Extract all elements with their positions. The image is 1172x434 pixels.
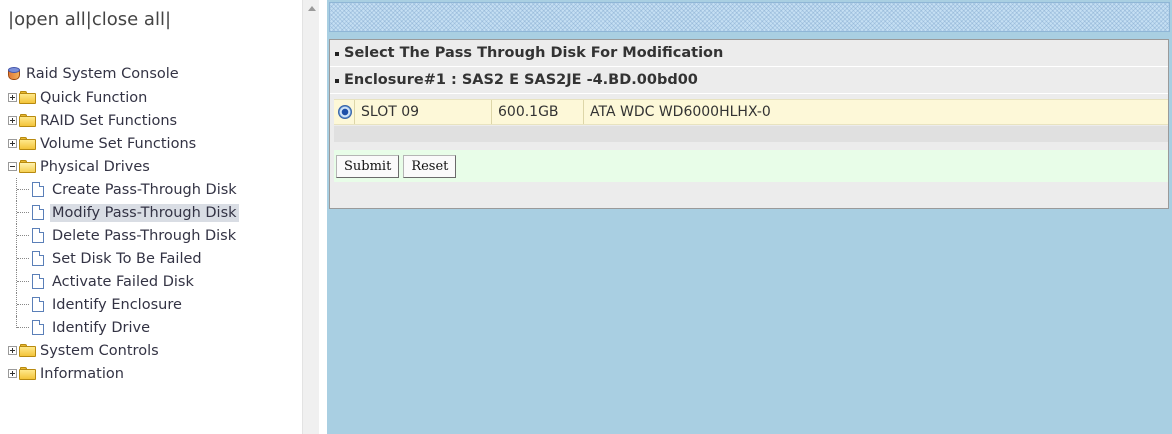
- tree-section-volume-set-functions[interactable]: Volume Set Functions: [8, 132, 302, 155]
- item-label[interactable]: Activate Failed Disk: [50, 273, 196, 291]
- tree-item-create-pass-through-disk[interactable]: Create Pass-Through Disk: [8, 178, 302, 201]
- content-pane: Select The Pass Through Disk For Modific…: [327, 0, 1172, 434]
- expand-icon[interactable]: [8, 93, 17, 102]
- size-cell: 600.1GB: [492, 100, 584, 124]
- separator: |: [164, 9, 172, 30]
- item-label[interactable]: Delete Pass-Through Disk: [50, 227, 238, 245]
- expand-icon[interactable]: [8, 139, 17, 148]
- document-icon: [32, 274, 44, 289]
- enclosure-title: Enclosure#1 : SAS2 E SAS2JE -4.BD.00bd00: [344, 72, 698, 88]
- open-close-bar: |open all|close all|: [8, 9, 171, 30]
- document-icon: [32, 320, 44, 335]
- bullet-icon: [335, 52, 339, 56]
- nav-scrollbar[interactable]: [302, 0, 319, 434]
- header-banner: [329, 2, 1170, 32]
- tree-item-identify-drive[interactable]: Identify Drive: [8, 316, 302, 339]
- expand-icon[interactable]: [8, 346, 17, 355]
- folder-icon: [19, 367, 36, 380]
- model-cell: ATA WDC WD6000HLHX-0: [590, 104, 771, 120]
- raid-console-icon: [8, 66, 22, 82]
- item-label[interactable]: Identify Drive: [50, 319, 152, 337]
- navigation-pane: |open all|close all| Raid System Console…: [0, 0, 302, 434]
- open-all-link[interactable]: open all: [14, 9, 86, 30]
- collapse-icon[interactable]: [8, 162, 17, 171]
- section-label[interactable]: RAID Set Functions: [40, 113, 177, 129]
- document-icon: [32, 297, 44, 312]
- arrow-up-icon: [307, 6, 316, 11]
- section-label[interactable]: Quick Function: [40, 90, 147, 106]
- folder-icon: [19, 344, 36, 357]
- tree-section-information[interactable]: Information: [8, 362, 302, 385]
- tree-section-quick-function[interactable]: Quick Function: [8, 86, 302, 109]
- item-label[interactable]: Set Disk To Be Failed: [50, 250, 204, 268]
- folder-icon: [19, 91, 36, 104]
- folder-icon: [19, 137, 36, 150]
- section-label[interactable]: System Controls: [40, 343, 159, 359]
- tree-item-set-disk-to-be-failed[interactable]: Set Disk To Be Failed: [8, 247, 302, 270]
- slot-cell: SLOT 09: [355, 100, 492, 124]
- tree-section-system-controls[interactable]: System Controls: [8, 339, 302, 362]
- expand-icon[interactable]: [8, 116, 17, 125]
- tree-root-label[interactable]: Raid System Console: [26, 66, 179, 82]
- item-label[interactable]: Identify Enclosure: [50, 296, 184, 314]
- nav-tree: Raid System Console Quick Function RAID …: [8, 62, 302, 385]
- table-row[interactable]: SLOT 09 600.1GB ATA WDC WD6000HLHX-0: [334, 99, 1168, 125]
- spacer-row: [334, 126, 1168, 142]
- tree-item-identify-enclosure[interactable]: Identify Enclosure: [8, 293, 302, 316]
- open-folder-icon: [19, 160, 36, 173]
- folder-icon: [19, 114, 36, 127]
- tree-section-physical-drives[interactable]: Physical Drives: [8, 155, 302, 178]
- panel-title: Select The Pass Through Disk For Modific…: [344, 45, 724, 61]
- drive-select-radio[interactable]: [338, 105, 352, 119]
- tree-root[interactable]: Raid System Console: [8, 62, 302, 86]
- enclosure-title-row: Enclosure#1 : SAS2 E SAS2JE -4.BD.00bd00: [330, 67, 1168, 94]
- submit-button[interactable]: Submit: [336, 154, 400, 178]
- reset-button[interactable]: Reset: [403, 154, 457, 178]
- panel-title-row: Select The Pass Through Disk For Modific…: [330, 40, 1168, 67]
- tree-item-activate-failed-disk[interactable]: Activate Failed Disk: [8, 270, 302, 293]
- select-cell[interactable]: [334, 100, 355, 124]
- close-all-link[interactable]: close all: [92, 9, 165, 30]
- bullet-icon: [335, 79, 339, 83]
- document-icon: [32, 251, 44, 266]
- section-label[interactable]: Volume Set Functions: [40, 136, 196, 152]
- document-icon: [32, 228, 44, 243]
- tree-section-raid-set-functions[interactable]: RAID Set Functions: [8, 109, 302, 132]
- scroll-up-button[interactable]: [303, 0, 320, 17]
- tree-item-delete-pass-through-disk[interactable]: Delete Pass-Through Disk: [8, 224, 302, 247]
- frame-divider: [319, 0, 327, 434]
- section-label[interactable]: Physical Drives: [40, 159, 150, 175]
- expand-icon[interactable]: [8, 369, 17, 378]
- item-label[interactable]: Create Pass-Through Disk: [50, 181, 239, 199]
- document-icon: [32, 182, 44, 197]
- section-label[interactable]: Information: [40, 366, 124, 382]
- pass-through-panel: Select The Pass Through Disk For Modific…: [329, 39, 1169, 209]
- button-row: Submit Reset: [334, 150, 1168, 182]
- tree-item-modify-pass-through-disk[interactable]: Modify Pass-Through Disk: [8, 201, 302, 224]
- item-label[interactable]: Modify Pass-Through Disk: [50, 203, 239, 222]
- document-icon: [32, 205, 44, 220]
